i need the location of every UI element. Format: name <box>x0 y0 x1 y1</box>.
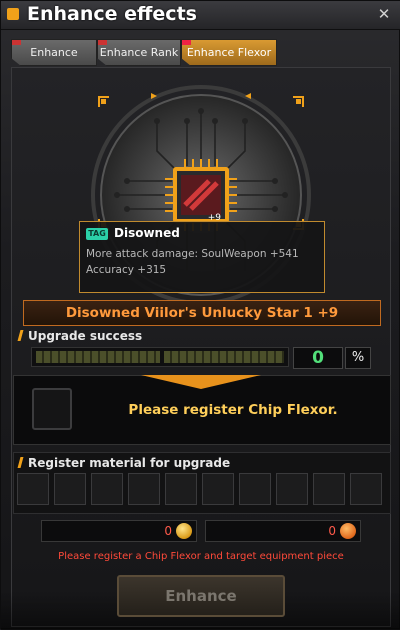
orange-cost-box: 0 <box>205 520 361 542</box>
success-percent-value: 0 <box>293 347 343 369</box>
item-tooltip: TAG Disowned More attack damage: SoulWea… <box>79 221 325 293</box>
material-slot-8[interactable] <box>276 473 308 505</box>
material-slot-9[interactable] <box>313 473 345 505</box>
tab-enhance-flexor[interactable]: Enhance Flexor <box>181 39 277 66</box>
material-slot-10[interactable] <box>350 473 382 505</box>
progress-segment-right <box>164 351 284 363</box>
tooltip-name: Disowned <box>114 226 180 240</box>
chip-slot[interactable] <box>32 388 72 430</box>
progress-segment-left <box>36 351 160 363</box>
percent-sign: % <box>345 347 371 369</box>
enhance-button[interactable]: Enhance <box>117 575 285 617</box>
warning-message: Please register a Chip Flexor and target… <box>58 551 344 562</box>
orange-cost-value: 0 <box>328 524 336 538</box>
window-icon <box>7 8 19 20</box>
title-bar[interactable]: Enhance effects ✕ <box>1 1 400 30</box>
window-title: Enhance effects <box>27 3 197 25</box>
material-slot-7[interactable] <box>239 473 271 505</box>
down-arrow-icon <box>141 375 261 389</box>
gold-cost-value: 0 <box>164 524 172 538</box>
enhance-effects-window: Enhance effects ✕ Enhance Effects Enhanc… <box>0 0 400 630</box>
tab-enhance-effects[interactable]: Enhance Effects <box>11 39 97 66</box>
upgrade-success-label: Upgrade success <box>17 329 142 343</box>
material-slot-1[interactable] <box>17 473 49 505</box>
gold-coin-icon <box>176 523 192 539</box>
tag-badge: TAG <box>86 228 108 240</box>
tooltip-line-attack: More attack damage: SoulWeapon +541 <box>86 248 299 260</box>
tooltip-line-accuracy: Accuracy +315 <box>86 264 167 276</box>
material-label: Register material for upgrade <box>17 456 230 470</box>
gold-cost-box: 0 <box>41 520 197 542</box>
register-message: Please register Chip Flexor. <box>128 402 338 418</box>
upgrade-progress-bar <box>31 347 289 367</box>
material-slot-4[interactable] <box>128 473 160 505</box>
material-slot-3[interactable] <box>91 473 123 505</box>
orange-coin-icon <box>340 523 356 539</box>
tab-enhance-rank[interactable]: Enhance Rank <box>97 39 181 66</box>
close-icon[interactable]: ✕ <box>377 7 391 22</box>
tab-bar: Enhance Effects Enhance Rank Enhance Fle… <box>11 39 391 67</box>
material-slot-2[interactable] <box>54 473 86 505</box>
item-name-bar: Disowned Viilor's Unlucky Star 1 +9 <box>23 300 381 326</box>
material-slot-6[interactable] <box>202 473 234 505</box>
material-slot-5[interactable] <box>165 473 197 505</box>
